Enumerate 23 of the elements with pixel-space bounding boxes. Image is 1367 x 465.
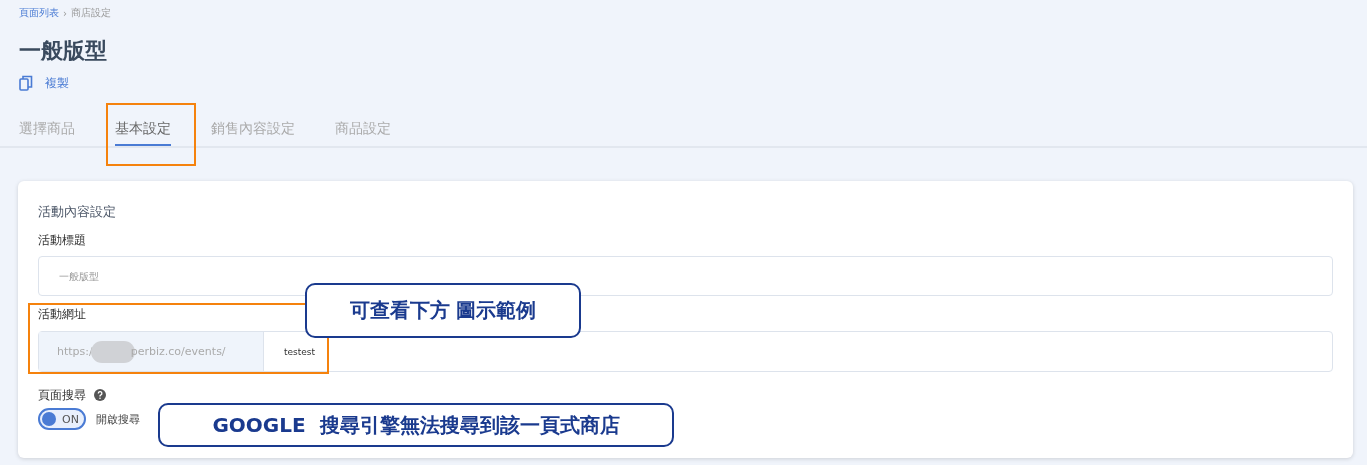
tab[interactable]: 商品設定 [335,114,391,146]
breadcrumb-link[interactable]: 頁面列表 [19,6,59,20]
callout-label: GOOGLE 搜尋引擎無法搜尋到該一頁式商店 [158,403,674,447]
url-prefix-text: perbiz.co/events/ [130,345,226,358]
field-label: 頁面搜尋 [38,386,86,404]
url-value: testest [283,345,317,359]
toggle-knob[interactable] [42,412,56,426]
help-icon[interactable] [94,389,106,401]
tab[interactable]: 基本設定 [115,114,171,146]
tab[interactable]: 選擇商品 [19,114,75,146]
breadcrumb-separator: › [63,7,67,19]
tab[interactable]: 銷售內容設定 [211,114,295,146]
toggle-switch[interactable]: ON [38,408,86,430]
copy-icon[interactable] [19,75,33,91]
breadcrumb-current: 商店設定 [71,6,111,20]
page-title: 一般版型 [19,37,108,65]
field-label: 活動網址 [38,306,86,323]
url-prefix-text: https:/ [57,345,93,358]
copy-link[interactable]: 複製 [45,74,69,92]
field-label: 活動標題 [38,232,86,249]
toggle-label: 開啟搜尋 [96,411,140,427]
section-title: 活動內容設定 [38,203,117,221]
callout-label: 可查看下方 圖示範例 [305,283,581,338]
